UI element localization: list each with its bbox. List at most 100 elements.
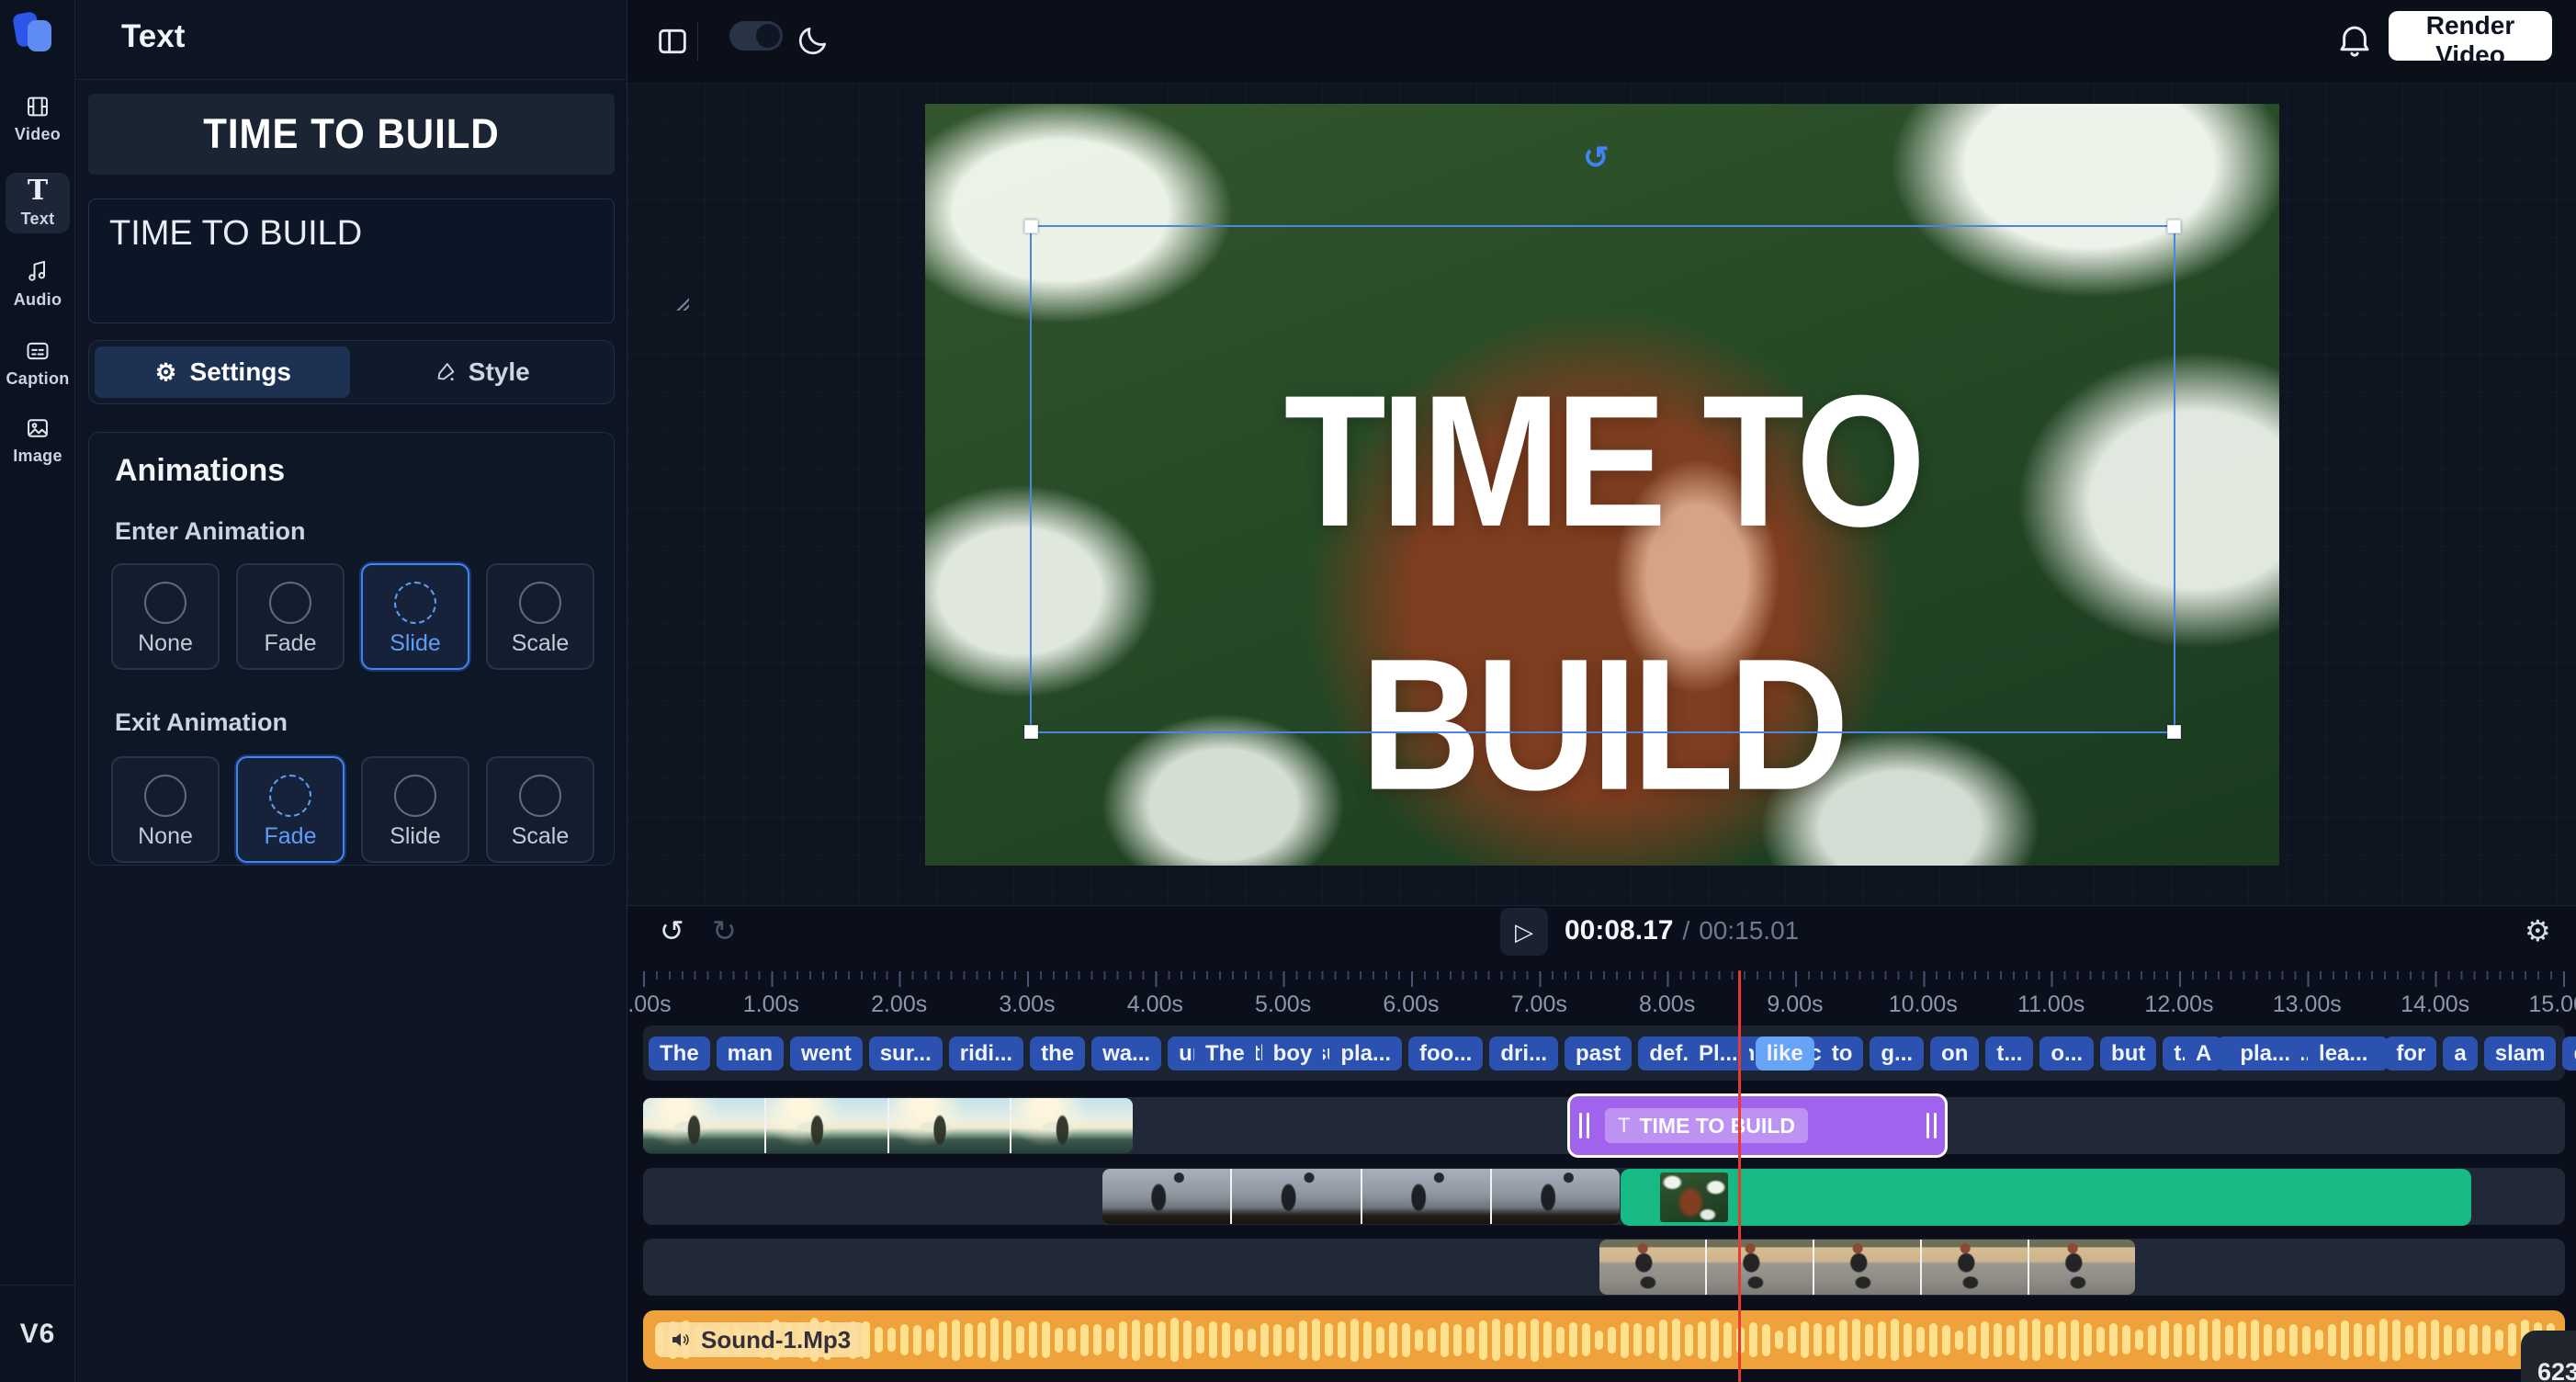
text-content-input[interactable]: TIME TO BUILD — [88, 198, 615, 323]
timeline-text-clip[interactable]: T TIME TO BUILD — [1567, 1093, 1948, 1158]
render-video-button[interactable]: Render Video — [2389, 11, 2552, 61]
caption-word-chip[interactable]: du... — [2562, 1036, 2576, 1070]
sidebar-item-audio[interactable]: Audio — [6, 254, 70, 314]
tab-settings[interactable]: ⚙Settings — [95, 346, 350, 398]
theme-toggle-switch[interactable] — [729, 21, 783, 51]
caption-word-chip[interactable]: for — [2385, 1036, 2436, 1070]
caption-word-chip[interactable]: The — [649, 1036, 710, 1070]
caption-word-chip[interactable]: on — [1930, 1036, 1979, 1070]
cycling-video-clip[interactable] — [1599, 1240, 2135, 1295]
caption-word-chip[interactable]: t... — [1985, 1036, 2033, 1070]
text-clip-label: T TIME TO BUILD — [1605, 1108, 1808, 1143]
caption-word-chip[interactable]: the — [1030, 1036, 1085, 1070]
enter-animation-none[interactable]: None — [111, 563, 220, 670]
resize-handle-bottom-right[interactable] — [2167, 725, 2181, 739]
exit-animation-scale[interactable]: Scale — [486, 756, 594, 863]
video-thumbnail — [1813, 1240, 1920, 1295]
animation-preview-circle — [394, 775, 436, 817]
caption-word-chip[interactable]: lea... — [2308, 1036, 2378, 1070]
tab-label: Settings — [190, 357, 291, 387]
sidebar-item-video[interactable]: Video — [6, 88, 70, 149]
resize-handle-bottom-left[interactable] — [1024, 725, 1038, 739]
video-thumbnail — [2028, 1240, 2135, 1295]
sidebar-item-label: Video — [15, 125, 61, 144]
animation-preview-circle — [144, 775, 186, 817]
caption-word-chip[interactable]: went — [790, 1036, 863, 1070]
soccer-video-clip[interactable] — [1102, 1169, 1620, 1224]
caption-word-chip[interactable]: pla... — [2229, 1036, 2301, 1070]
sidebar-footer: V6 — [0, 1285, 75, 1382]
exit-animation-slide[interactable]: Slide — [361, 756, 469, 863]
sidebar: Video TText Audio Caption Image V6 — [0, 0, 75, 1382]
enter-animation-slide[interactable]: Slide — [361, 563, 469, 670]
sidebar-item-text[interactable]: TText — [6, 173, 70, 233]
caption-word-chip[interactable]: A — [2185, 1036, 2222, 1070]
switch-knob — [756, 24, 780, 48]
caption-word-chip[interactable]: dri... — [1489, 1036, 1558, 1070]
redo-button[interactable]: ↻ — [712, 913, 737, 948]
caption-word-chip[interactable]: sur... — [869, 1036, 943, 1070]
timeline-settings-gear-icon[interactable]: ⚙ — [2525, 913, 2551, 948]
tab-label: Style — [469, 357, 530, 387]
resize-handle-top-right[interactable] — [2167, 220, 2181, 233]
ruler-tick-label: 1.00s — [743, 991, 799, 1018]
audio-clip[interactable]: Sound-1.Mp3 — [643, 1310, 2565, 1369]
tab-style[interactable]: Style — [354, 346, 609, 398]
panel-tabs: ⚙Settings Style — [88, 340, 615, 404]
exit-animation-label: Exit Animation — [115, 708, 288, 737]
caption-word-chip[interactable]: but — [2100, 1036, 2156, 1070]
sidebar-item-image[interactable]: Image — [6, 410, 70, 470]
play-button[interactable]: ▷ — [1500, 908, 1548, 956]
exit-animation-none[interactable]: None — [111, 756, 220, 863]
text-selection-box[interactable] — [1030, 225, 2175, 733]
caption-word-chip[interactable]: g... — [1870, 1036, 1924, 1070]
ruler-tick-label: 14.00s — [2401, 991, 2469, 1018]
ruler-tick-label: 12.00s — [2144, 991, 2213, 1018]
video-thumbnail — [764, 1098, 887, 1153]
clip-thumbnail — [1660, 1172, 1728, 1222]
caption-word-chip[interactable]: to — [1821, 1036, 1864, 1070]
caption-word-chip[interactable]: o... — [2039, 1036, 2094, 1070]
app-logo-icon[interactable] — [13, 9, 57, 53]
play-icon: ▷ — [1515, 918, 1533, 946]
panel-toggle-button[interactable] — [654, 23, 691, 60]
text-preview-label: TIME TO BUILD — [203, 110, 500, 158]
caption-word-chip[interactable]: The — [1194, 1036, 1256, 1070]
trim-handle-left[interactable] — [1570, 1096, 1598, 1155]
caption-word-chip[interactable]: like — [1756, 1036, 1814, 1070]
enter-animation-fade[interactable]: Fade — [236, 563, 345, 670]
caption-word-chip[interactable]: pla... — [1329, 1036, 1402, 1070]
ruler-tick-label: 10.00s — [1889, 991, 1958, 1018]
flower-video-clip[interactable] — [1621, 1169, 2471, 1226]
zoom-level-value: 623 — [2537, 1358, 2576, 1382]
resize-handle-top-left[interactable] — [1024, 220, 1038, 233]
caption-word-chip[interactable]: wa... — [1091, 1036, 1161, 1070]
timeline: ↺ ↻ ▷ 00:08.17 / 00:15.01 ⚙ 0.00s1.00s2.… — [627, 905, 2576, 1382]
caption-word-chip[interactable]: a — [2443, 1036, 2477, 1070]
trim-handle-right[interactable] — [1917, 1096, 1945, 1155]
text-style-preview[interactable]: TIME TO BUILD — [88, 94, 615, 175]
app-root: Video TText Audio Caption Image V6 Text TIME… — [0, 0, 2576, 1382]
video-thumbnail — [1361, 1169, 1490, 1224]
playhead[interactable] — [1738, 970, 1741, 1382]
caption-word-chip[interactable]: boy — [1262, 1036, 1324, 1070]
rotate-handle-icon[interactable]: ↺ — [1583, 140, 1610, 176]
caption-word-chip[interactable]: slam — [2484, 1036, 2557, 1070]
enter-animation-scale[interactable]: Scale — [486, 563, 594, 670]
sidebar-item-caption[interactable]: Caption — [6, 333, 70, 393]
undo-button[interactable]: ↺ — [660, 913, 684, 948]
notifications-bell-icon[interactable] — [2335, 22, 2374, 61]
caption-track: Themanwentsur...ridi...thewa...un...thes… — [643, 1025, 2565, 1081]
caption-word-chip[interactable]: past — [1565, 1036, 1632, 1070]
panel-title: Text — [121, 18, 185, 55]
caption-word-chip[interactable]: man — [717, 1036, 784, 1070]
film-icon — [25, 94, 51, 119]
surf-video-clip[interactable] — [643, 1098, 1133, 1153]
timeline-ruler[interactable]: 0.00s1.00s2.00s3.00s4.00s5.00s6.00s7.00s… — [643, 971, 2565, 1014]
caption-word-chip[interactable]: foo... — [1408, 1036, 1483, 1070]
ruler-major-ticks — [643, 971, 2565, 987]
video-thumbnail — [1010, 1098, 1133, 1153]
caption-word-chip[interactable]: ridi... — [949, 1036, 1023, 1070]
ruler-tick-label: 15.00s — [2528, 991, 2576, 1018]
exit-animation-fade[interactable]: Fade — [236, 756, 345, 863]
